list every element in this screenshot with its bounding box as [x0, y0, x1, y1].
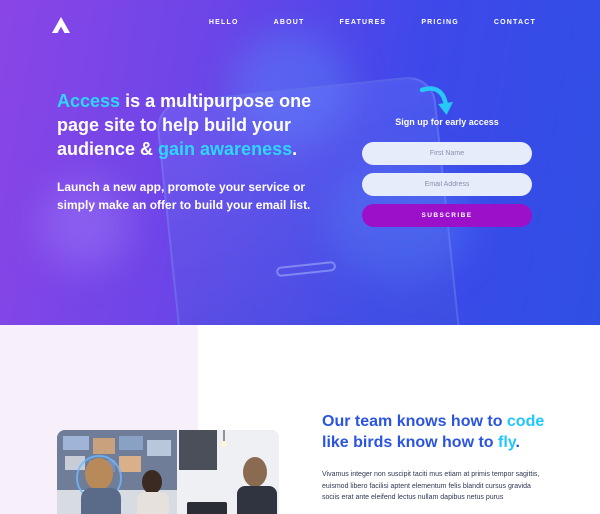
team-heading-highlight-code: code: [506, 413, 545, 430]
team-heading-period: .: [515, 434, 520, 451]
hero-section: HELLO ABOUT FEATURES PRICING CONTACT Acc…: [0, 0, 600, 325]
headline-period: .: [292, 139, 298, 159]
team-heading: Our team knows how to code like birds kn…: [322, 411, 572, 453]
email-input[interactable]: [362, 173, 532, 196]
triangle-logo-icon[interactable]: [52, 17, 70, 33]
hero-headline: Access is a multipurpose one page site t…: [57, 89, 317, 161]
team-heading-text: like birds know how to: [322, 434, 499, 451]
nav-item-hello[interactable]: HELLO: [209, 19, 239, 26]
main-nav: HELLO ABOUT FEATURES PRICING CONTACT: [174, 19, 536, 26]
nav-item-contact[interactable]: CONTACT: [494, 19, 536, 26]
team-heading-highlight-fly: fly: [498, 434, 516, 451]
nav-item-about[interactable]: ABOUT: [274, 19, 305, 26]
team-photo-illustration: [57, 430, 279, 514]
hero-subline: Launch a new app, promote your service o…: [57, 180, 311, 212]
nav-item-pricing[interactable]: PRICING: [421, 19, 459, 26]
signup-title: Sign up for early access: [395, 117, 499, 127]
team-body-text: Vivamus integer non suscipit taciti mus …: [322, 471, 540, 501]
headline-highlight-access: Access: [57, 91, 121, 111]
headline-highlight-awareness: gain awareness: [158, 139, 293, 159]
curved-arrow-down-icon: [419, 86, 453, 115]
nav-item-features[interactable]: FEATURES: [340, 19, 387, 26]
team-heading-text: Our team knows how to: [322, 413, 507, 430]
team-photo: [57, 430, 279, 514]
subscribe-button[interactable]: SUBSCRIBE: [362, 204, 532, 227]
first-name-input[interactable]: [362, 142, 532, 165]
